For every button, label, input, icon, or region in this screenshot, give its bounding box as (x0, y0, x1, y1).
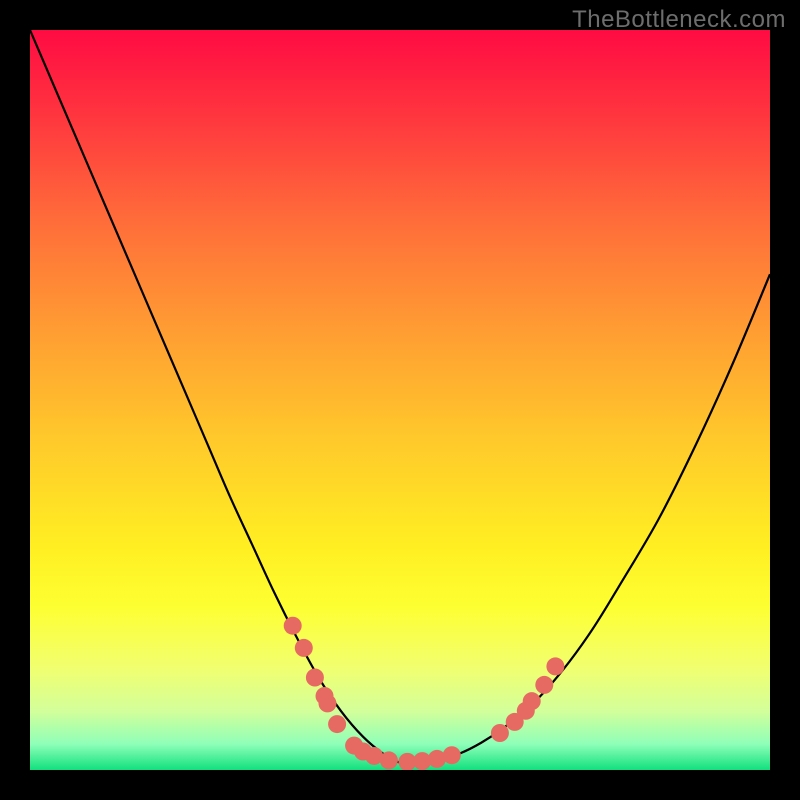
marker-dot (295, 639, 313, 657)
marker-dot (328, 715, 346, 733)
marker-dot (284, 617, 302, 635)
marker-dot (306, 669, 324, 687)
plot-area (30, 30, 770, 770)
marker-dot (443, 746, 461, 764)
chart-container: TheBottleneck.com (0, 0, 800, 800)
watermark-label: TheBottleneck.com (572, 6, 786, 34)
marker-dot (535, 676, 553, 694)
marker-dot (380, 751, 398, 769)
marker-dot (318, 694, 336, 712)
marker-dot (523, 692, 541, 710)
marker-dot (491, 724, 509, 742)
dots-layer (30, 30, 770, 770)
marker-dot (546, 657, 564, 675)
